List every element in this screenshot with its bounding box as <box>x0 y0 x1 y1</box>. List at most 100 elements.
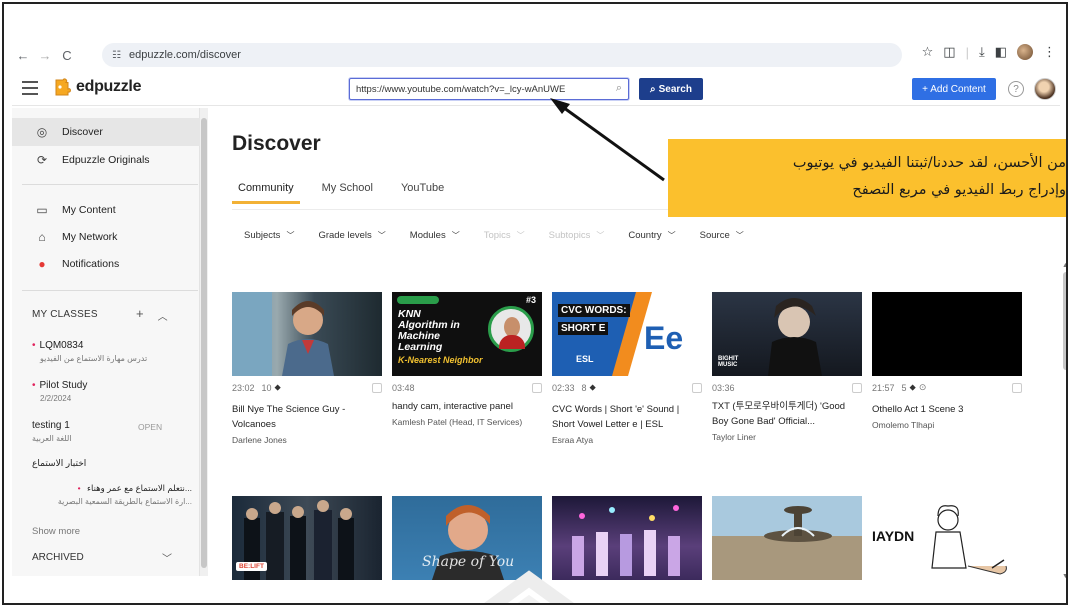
video-title[interactable]: CVC Words | Short 'e' Sound | Short Vowe… <box>552 402 702 432</box>
video-card[interactable]: #3 KNN Algorithm in Machine Learning K-N… <box>392 292 542 427</box>
video-card[interactable]: IAYDN <box>872 496 1022 580</box>
add-class-icon[interactable]: + <box>136 306 144 323</box>
question-count: 10 <box>261 382 272 393</box>
video-title[interactable]: Othello Act 1 Scene 3 <box>872 402 1022 417</box>
video-thumbnail[interactable]: #3 KNN Algorithm in Machine Learning K-N… <box>392 292 542 376</box>
add-content-button[interactable]: + Add Content <box>912 78 996 100</box>
reload-icon[interactable]: C <box>56 44 78 66</box>
sidebar-item-discover[interactable]: ◎ Discover <box>12 118 200 146</box>
video-thumbnail[interactable]: BIGHIT MUSIC <box>712 292 862 376</box>
sidebar-scrollbar[interactable] <box>200 108 208 576</box>
search-button[interactable]: ⌕ Search <box>639 78 703 100</box>
scroll-up-icon[interactable]: ▲ <box>1062 262 1066 269</box>
filter-label: Topics <box>483 230 511 241</box>
search-icon: ⌕ <box>650 83 656 95</box>
browser-menu-icon[interactable]: ⋮ <box>1043 44 1056 60</box>
edpuzzle-originals-icon: ⟳ <box>36 153 48 167</box>
scroll-down-icon[interactable]: ▼ <box>1062 573 1066 580</box>
help-icon[interactable]: ? <box>1008 81 1024 97</box>
class-item[interactable]: اختبار الاستماع <box>32 458 86 469</box>
filter-source[interactable]: Source ﹀ <box>700 230 744 241</box>
video-card[interactable]: CVC WORDS: SHORT E Ee ESL 02:33 8 ⬥ CVC … <box>552 292 702 445</box>
sidebar-item-my-network[interactable]: ⌂ My Network <box>12 223 200 251</box>
address-bar-url: edpuzzle.com/discover <box>128 49 241 61</box>
address-bar[interactable]: ☷ edpuzzle.com/discover <box>102 43 902 67</box>
filter-subjects[interactable]: Subjects ﹀ <box>244 230 294 241</box>
video-author[interactable]: Kamlesh Patel (Head, IT Services) <box>392 417 542 427</box>
class-item[interactable]: testing 1 اللغة العربية <box>32 420 72 443</box>
fountain-thumbnail-art <box>712 496 862 580</box>
video-card[interactable] <box>712 496 862 580</box>
bighit-logo: BIGHIT MUSIC <box>718 356 739 368</box>
video-thumbnail[interactable] <box>232 292 382 376</box>
select-checkbox[interactable] <box>372 382 382 393</box>
collapse-classes-icon[interactable]: ︿ <box>158 308 168 323</box>
video-author[interactable]: Darlene Jones <box>232 435 382 445</box>
main-scroll-thumb[interactable] <box>1063 272 1066 370</box>
chevron-down-icon: ﹀ <box>596 231 605 240</box>
sidebar-item-edpuzzle-originals[interactable]: ⟳ Edpuzzle Originals <box>12 146 200 174</box>
class-item[interactable]: • LQM0834 تدرس مهارة الاستماع من الفيديو <box>32 340 147 363</box>
video-title[interactable]: TXT (투모로우바이투게더) 'Good Boy Gone Bad' Offi… <box>712 399 862 429</box>
question-drop-icon: ⬥ <box>274 382 281 392</box>
video-author[interactable]: Omolemo Tlhapi <box>872 420 1022 430</box>
video-thumbnail[interactable] <box>712 496 862 580</box>
video-title[interactable]: handy cam, interactive panel <box>392 399 542 414</box>
question-drop-icon: ⬥ <box>909 382 916 392</box>
video-card[interactable]: BIGHIT MUSIC 03:36 TXT (투모로우바이투게더) 'Good… <box>712 292 862 442</box>
sidebar-item-my-content[interactable]: ▭ My Content <box>12 196 200 224</box>
sidebar-scroll-thumb[interactable] <box>201 118 207 568</box>
chevron-down-icon: ﹀ <box>377 231 386 240</box>
filter-country[interactable]: Country ﹀ <box>628 230 675 241</box>
class-open-tag: OPEN <box>138 422 163 432</box>
video-card[interactable]: 21:57 5 ⬥ ⊙ Othello Act 1 Scene 3 Omolem… <box>872 292 1022 430</box>
select-checkbox[interactable] <box>1012 382 1022 393</box>
site-settings-icon[interactable]: ☷ <box>112 50 121 61</box>
select-checkbox[interactable] <box>532 382 542 393</box>
class-item[interactable]: • Pilot Study 2/2/2024 <box>32 380 87 403</box>
filter-grade-levels[interactable]: Grade levels ﹀ <box>318 230 385 241</box>
filter-modules[interactable]: Modules ﹀ <box>410 230 460 241</box>
filter-label: Subtopics <box>548 230 591 241</box>
bookmark-star-icon[interactable]: ☆ <box>922 44 934 60</box>
presenter-photo <box>488 306 534 352</box>
video-thumbnail[interactable] <box>872 292 1022 376</box>
edpuzzle-logo[interactable]: edpuzzle <box>52 77 141 97</box>
youtube-url-search-input[interactable]: https://www.youtube.com/watch?v=_lcy-wAn… <box>349 78 629 100</box>
download-icon[interactable]: ⤓ <box>979 44 985 60</box>
main-scrollbar[interactable]: ▲ ▼ <box>1062 262 1066 580</box>
logo-text: edpuzzle <box>76 78 142 95</box>
select-checkbox[interactable] <box>852 382 862 393</box>
select-checkbox[interactable] <box>692 382 702 393</box>
tab-my-school[interactable]: My School <box>316 176 379 204</box>
video-thumbnail[interactable]: IAYDN <box>872 496 1022 580</box>
video-thumbnail[interactable]: CVC WORDS: SHORT E Ee ESL <box>552 292 702 376</box>
extensions-icon[interactable]: ◫ <box>943 44 955 60</box>
add-content-label: + Add Content <box>922 83 986 95</box>
back-arrow-icon[interactable]: ← <box>12 44 34 66</box>
chevron-down-icon[interactable]: ﹀ <box>162 550 172 565</box>
hamburger-menu-icon[interactable] <box>22 81 38 95</box>
video-card[interactable]: 23:02 10 ⬥ Bill Nye The Science Guy - Vo… <box>232 292 382 445</box>
search-button-label: Search <box>658 83 692 95</box>
side-panel-icon[interactable]: ◧ <box>995 44 1007 60</box>
video-title[interactable]: Bill Nye The Science Guy - Volcanoes <box>232 402 382 432</box>
tab-youtube[interactable]: YouTube <box>395 176 450 204</box>
video-meta: 02:33 8 ⬥ <box>552 382 702 393</box>
video-author[interactable]: Taylor Liner <box>712 432 862 442</box>
sidebar-item-notifications[interactable]: ● Notifications <box>12 250 200 278</box>
class-name: LQM0834 <box>39 340 84 351</box>
class-item[interactable]: ...نتعلم الاستماع مع عمر وهناء • ...ارة … <box>32 483 192 506</box>
search-clear-icon[interactable]: ⌕ <box>616 82 622 95</box>
filter-label: Source <box>699 230 730 241</box>
show-more-link[interactable]: Show more <box>32 526 80 537</box>
user-avatar[interactable] <box>1034 78 1056 100</box>
video-card[interactable]: BE:LIFT <box>232 496 382 580</box>
knn-subtitle: K-Nearest Neighbor <box>398 355 483 365</box>
forward-arrow-icon[interactable]: → <box>34 44 56 66</box>
tab-community[interactable]: Community <box>232 176 300 204</box>
profile-icon[interactable] <box>1017 44 1033 60</box>
video-thumbnail[interactable]: BE:LIFT <box>232 496 382 580</box>
video-author[interactable]: Esraa Atya <box>552 435 702 445</box>
archived-heading[interactable]: ARCHIVED <box>32 552 84 563</box>
